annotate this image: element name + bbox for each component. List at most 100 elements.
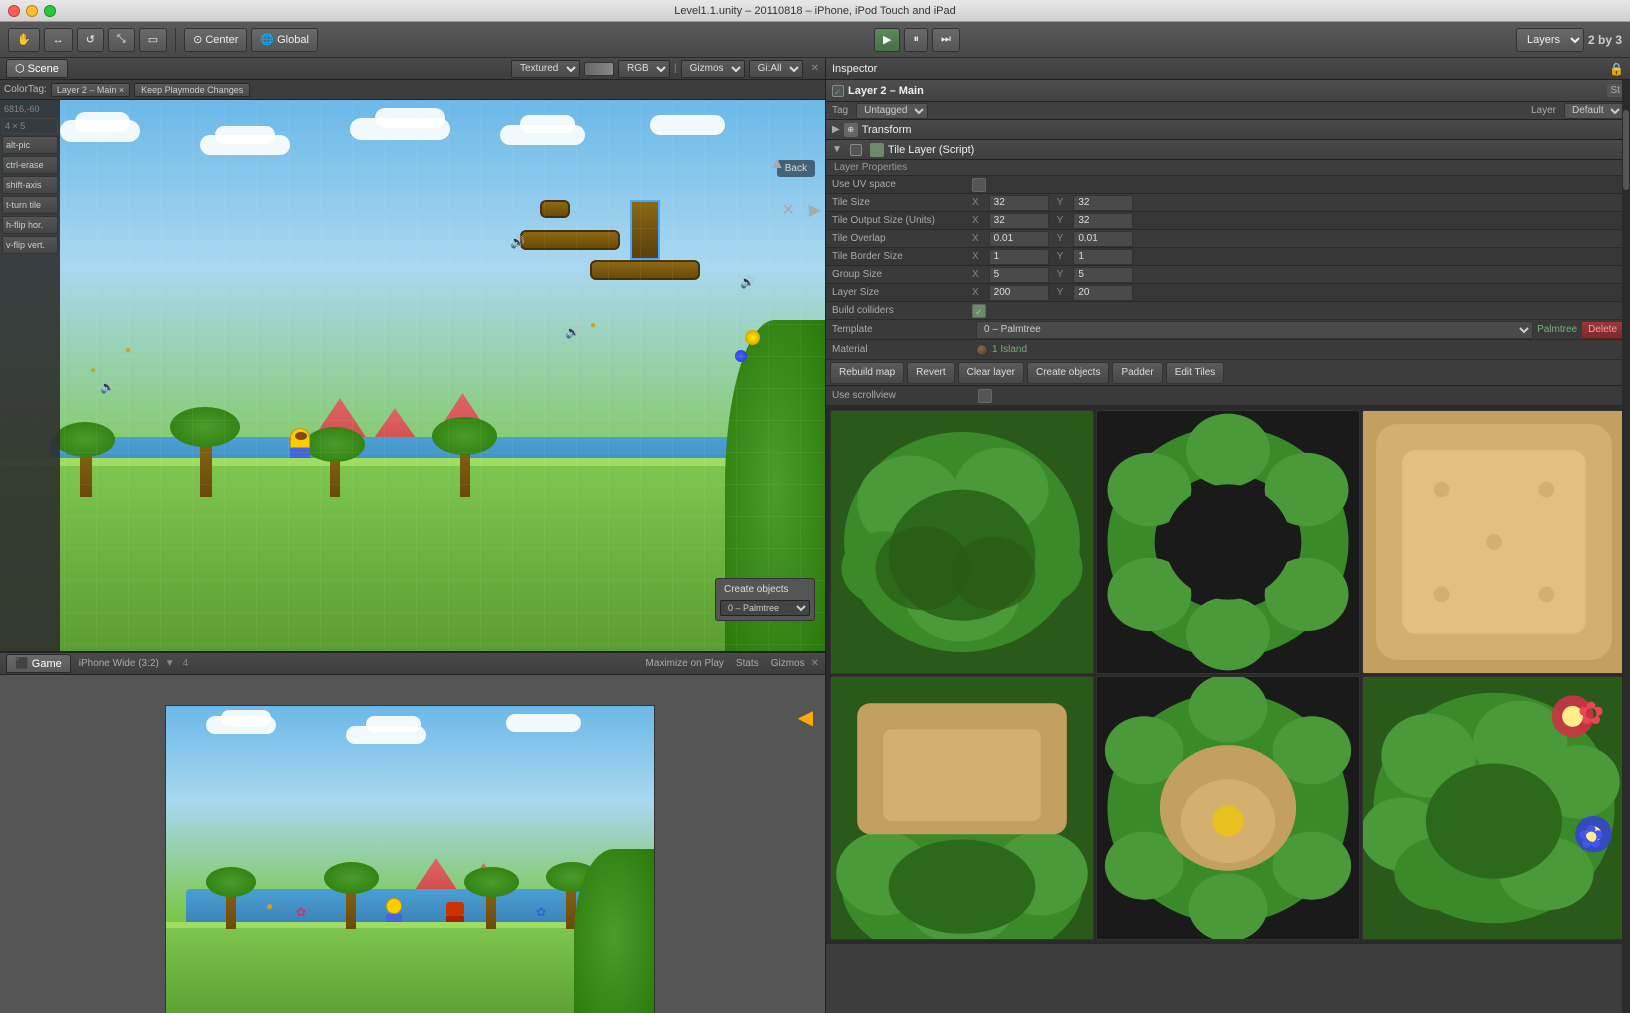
v-flip-vert-button[interactable]: v-flip vert.: [2, 236, 58, 254]
tag-select[interactable]: Untagged: [856, 103, 928, 119]
game-cloud-3: [506, 714, 581, 732]
tile-layer-enabled-checkbox[interactable]: [850, 144, 862, 156]
build-colliders-checkbox[interactable]: [972, 304, 986, 318]
tile-border-y-input[interactable]: [1073, 249, 1133, 265]
rect-tool-button[interactable]: ▭: [139, 28, 167, 52]
svg-text:✿: ✿: [1578, 819, 1604, 854]
palm-tree-3: [330, 442, 340, 497]
toolbar-separator-1: [175, 28, 176, 52]
maximize-on-play-btn[interactable]: Maximize on Play: [646, 658, 724, 669]
game-close-x[interactable]: ✕: [811, 658, 819, 669]
tile-border-x-input[interactable]: [989, 249, 1049, 265]
transform-title: Transform: [862, 124, 912, 136]
nav-right-icon[interactable]: ▶: [809, 200, 821, 220]
transform-component-header[interactable]: ▶ ⊕ Transform: [826, 120, 1630, 140]
tile-overlap-y-input[interactable]: [1073, 231, 1133, 247]
tile-size-y-input[interactable]: [1073, 195, 1133, 211]
h-flip-hor-button[interactable]: h-flip hor.: [2, 216, 58, 234]
platform-small: [540, 200, 570, 218]
rgb-dropdown[interactable]: RGB: [618, 60, 670, 78]
step-button[interactable]: ⏭: [932, 28, 960, 52]
tile-layer-component-header[interactable]: ▼ Tile Layer (Script): [826, 140, 1630, 160]
game-toolbar: ⬛ Game iPhone Wide (3:2) ▼ 4 Maximize on…: [0, 653, 825, 675]
tile-size-x-input[interactable]: [989, 195, 1049, 211]
center-button[interactable]: ⊙ Center: [184, 28, 247, 52]
object-enabled-checkbox[interactable]: [832, 85, 844, 97]
sound-icon-1: 🔊: [510, 235, 525, 249]
scene-canvas[interactable]: Back ▲ ▶ ✕ 🔊 🔊 🔊 🔊 ● ● ● 6816,-60: [0, 100, 825, 651]
use-scrollview-checkbox[interactable]: [978, 389, 992, 403]
ctrl-erase-button[interactable]: ctrl-erase: [2, 156, 58, 174]
selection-box: [630, 200, 660, 260]
iphone-dropdown-icon[interactable]: ▼: [165, 658, 175, 669]
material-name-label: 1 Island: [992, 344, 1027, 355]
tile-6[interactable]: ✿ ✿: [1362, 676, 1626, 940]
nav-up-icon[interactable]: ▲: [769, 155, 785, 173]
scene-tab[interactable]: ⬡ Scene: [6, 59, 68, 78]
game-gizmos-btn[interactable]: Gizmos: [771, 658, 805, 669]
layer-size-x-input[interactable]: [989, 285, 1049, 301]
tile-2[interactable]: [1096, 410, 1360, 674]
platform-selected: [630, 200, 660, 260]
nav-left-icon[interactable]: ✕: [782, 200, 795, 220]
tile-overlap-x-input[interactable]: [989, 231, 1049, 247]
clear-layer-button[interactable]: Clear layer: [958, 362, 1024, 384]
rotate-tool-button[interactable]: ↺: [77, 28, 104, 52]
game-palm-3: [486, 879, 496, 929]
create-objects-button[interactable]: Create objects: [1027, 362, 1109, 384]
tile-4[interactable]: [830, 676, 1094, 940]
tile-5[interactable]: [1096, 676, 1360, 940]
gizmos-all-dropdown[interactable]: Gi:All: [749, 60, 803, 78]
layer-value-select[interactable]: Default: [1564, 103, 1624, 119]
alt-pic-button[interactable]: alt-pic: [2, 136, 58, 154]
tile-output-y-input[interactable]: [1073, 213, 1133, 229]
lock-icon[interactable]: 🔒: [1609, 62, 1624, 76]
hand-tool-button[interactable]: ✋: [8, 28, 40, 52]
template-select[interactable]: 0 – Palmtree: [976, 321, 1533, 339]
use-uv-checkbox[interactable]: [972, 178, 986, 192]
global-button[interactable]: 🌐 Global: [251, 28, 318, 52]
layers-select[interactable]: Layers: [1516, 28, 1584, 52]
inspector-content[interactable]: Layer 2 – Main St Tag Untagged Layer Def…: [826, 80, 1630, 1013]
build-colliders-row: Build colliders: [826, 302, 1630, 320]
tile-overlap-y-label: Y: [1057, 233, 1064, 244]
shift-axis-button[interactable]: shift-axis: [2, 176, 58, 194]
rgb-swatch[interactable]: [584, 62, 614, 76]
move-tool-button[interactable]: ↔: [44, 28, 73, 52]
group-size-x-input[interactable]: [989, 267, 1049, 283]
main-toolbar: ✋ ↔ ↺ ⤡ ▭ ⊙ Center 🌐 Global ▶ ⏸ ⏭ Layers…: [0, 22, 1630, 58]
minimize-button[interactable]: [26, 5, 38, 17]
delete-button[interactable]: Delete: [1581, 321, 1624, 339]
revert-button[interactable]: Revert: [907, 362, 954, 384]
layer-tag-button[interactable]: Layer 2 – Main ×: [51, 83, 130, 97]
group-size-y-input[interactable]: [1073, 267, 1133, 283]
grid-size-label: 4 × 5: [2, 118, 58, 134]
layer-size-row: Layer Size X Y: [826, 284, 1630, 302]
padder-button[interactable]: Padder: [1112, 362, 1162, 384]
tile-3[interactable]: [1362, 410, 1626, 674]
edit-tiles-button[interactable]: Edit Tiles: [1166, 362, 1225, 384]
keep-playmode-button[interactable]: Keep Playmode Changes: [134, 83, 250, 97]
scale-tool-button[interactable]: ⤡: [108, 28, 135, 52]
layer-size-y-input[interactable]: [1073, 285, 1133, 301]
stats-btn[interactable]: Stats: [736, 658, 759, 669]
textured-dropdown[interactable]: Textured: [511, 60, 580, 78]
create-objects-popup-item[interactable]: Create objects: [716, 581, 814, 598]
tile-1[interactable]: [830, 410, 1094, 674]
scene-close-btn[interactable]: ✕: [811, 63, 819, 74]
game-tab[interactable]: ⬛ Game: [6, 654, 71, 673]
play-button[interactable]: ▶: [874, 28, 900, 52]
close-button[interactable]: [8, 5, 20, 17]
rebuild-map-button[interactable]: Rebuild map: [830, 362, 904, 384]
pause-button[interactable]: ⏸: [904, 28, 928, 52]
tag-label: Tag: [832, 105, 848, 116]
tile-border-x-label: X: [972, 251, 979, 262]
maximize-button[interactable]: [44, 5, 56, 17]
inspector-scrollbar[interactable]: [1622, 80, 1630, 1013]
game-coin: ●: [266, 899, 273, 913]
gizmos-dropdown[interactable]: Gizmos: [681, 60, 745, 78]
palmtree-select-popup[interactable]: 0 – Palmtree: [720, 600, 810, 616]
tile-palette[interactable]: ✿ ✿: [826, 406, 1630, 944]
tile-output-x-input[interactable]: [989, 213, 1049, 229]
t-turn-tile-button[interactable]: t-turn tile: [2, 196, 58, 214]
